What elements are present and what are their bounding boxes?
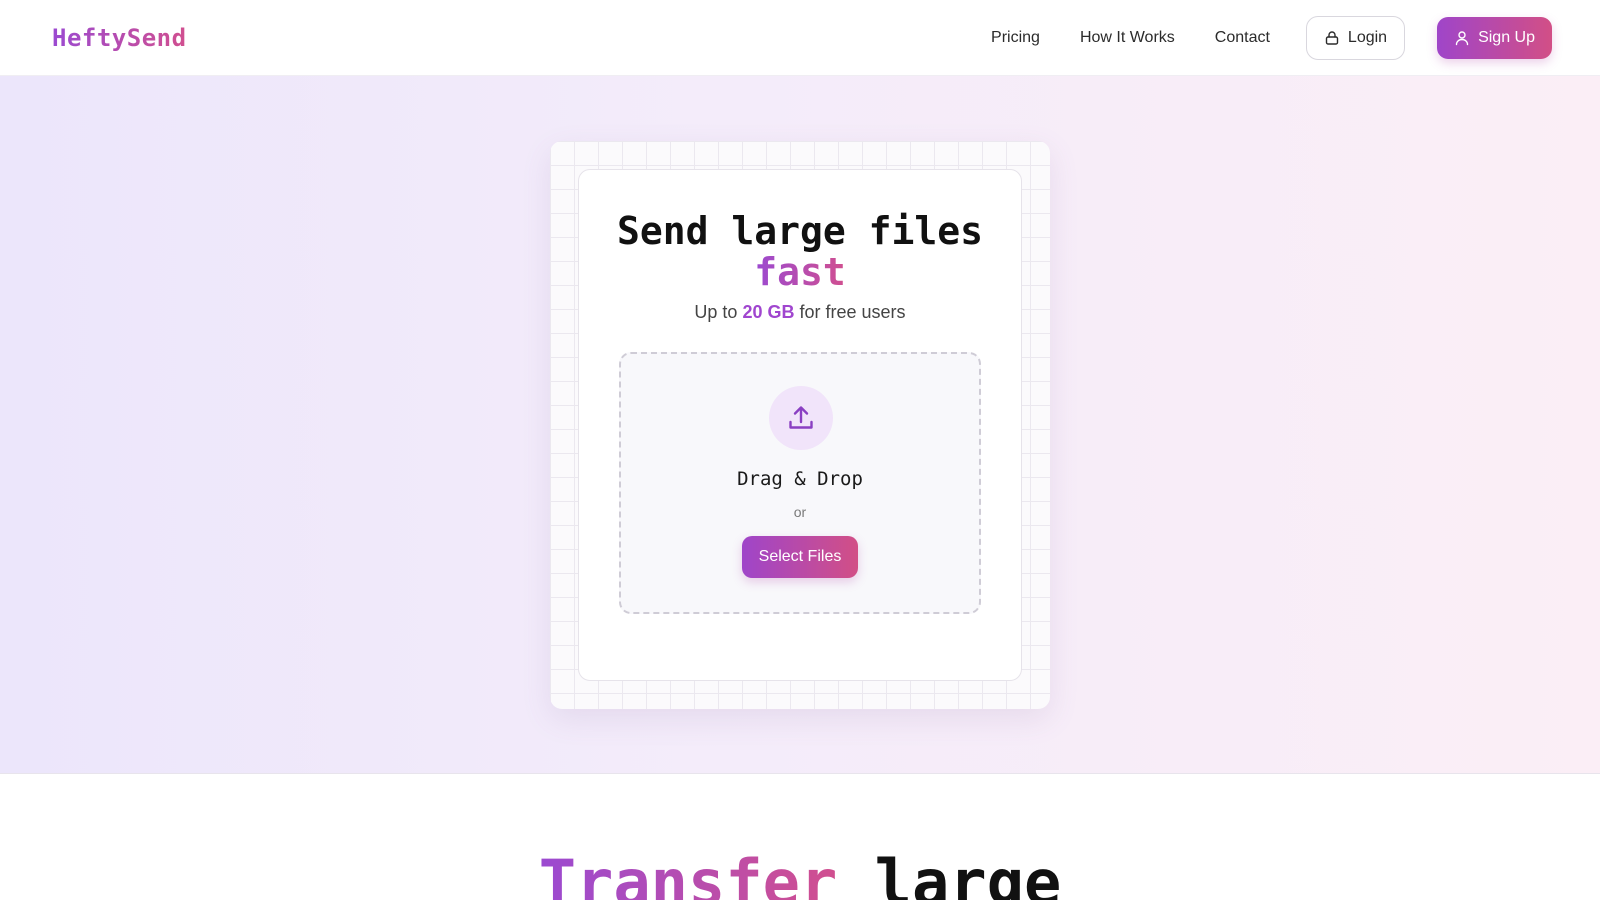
login-button[interactable]: Login (1305, 15, 1406, 60)
section2-title-rest: large (874, 846, 1062, 900)
login-label: Login (1347, 28, 1388, 46)
signup-button[interactable]: Sign Up (1437, 16, 1552, 59)
subtitle-prefix: Up to (694, 302, 738, 322)
signup-label: Sign Up (1478, 28, 1535, 46)
section2-title-accent: Transfer (539, 846, 838, 900)
section2-title: Transfer large (0, 848, 1600, 900)
hero-title-accent-text: fast (754, 250, 846, 294)
main-nav: Pricing How It Works Contact Login Sign … (991, 15, 1552, 60)
hero-subtitle: Up to 20 GB for free users (579, 302, 1021, 323)
lock-icon (1325, 30, 1339, 45)
grid-backdrop: Send large files fast Up to 20 GB for fr… (550, 141, 1050, 709)
hero-title-accent: fast (579, 252, 1021, 292)
nav-link-how-it-works[interactable]: How It Works (1080, 29, 1175, 47)
or-label: or (793, 504, 807, 520)
hero-title: Send large files (616, 209, 984, 253)
nav-link-contact[interactable]: Contact (1215, 29, 1270, 47)
file-dropzone[interactable]: Drag & Drop or Select Files (619, 352, 981, 614)
select-files-button[interactable]: Select Files (742, 536, 858, 578)
subtitle-highlight: 20 GB (742, 302, 795, 322)
hero-section: Send large files fast Up to 20 GB for fr… (0, 76, 1600, 774)
upload-icon-circle (769, 386, 833, 450)
upload-card: Send large files fast Up to 20 GB for fr… (578, 169, 1022, 681)
logo[interactable]: HeftySend (52, 24, 187, 52)
upload-icon (789, 406, 813, 429)
subtitle-suffix: for free users (799, 302, 906, 322)
drag-drop-label: Drag & Drop (737, 468, 863, 490)
user-icon (1455, 30, 1469, 45)
nav-link-pricing[interactable]: Pricing (991, 29, 1040, 47)
site-header: HeftySend Pricing How It Works Contact L… (0, 0, 1600, 76)
